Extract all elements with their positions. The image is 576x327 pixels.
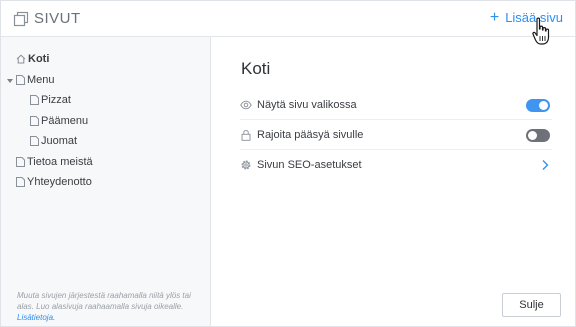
tree-item-paamenu[interactable]: Päämenu bbox=[1, 111, 211, 132]
tree-item-label: Tietoa meistä bbox=[27, 155, 93, 168]
tree-item-label: Koti bbox=[28, 53, 50, 66]
tree-item-label: Juomat bbox=[41, 135, 78, 148]
tree-item-label: Yhteydenotto bbox=[27, 176, 92, 189]
page-icon bbox=[30, 136, 39, 146]
tree-item-yhteydenotto[interactable]: Yhteydenotto bbox=[1, 172, 211, 193]
settings-list: Näytä sivu valikossa Rajoita pääsyä sivu… bbox=[240, 90, 552, 180]
caret-down-icon[interactable] bbox=[7, 78, 13, 83]
page-settings: Koti Näytä sivu valikossa Rajoita pääsyä… bbox=[212, 37, 575, 326]
page-tree-sidebar: Koti Menu Pizzat Päämenu Juomat Tietoa m… bbox=[1, 37, 211, 326]
close-button[interactable]: Sulje bbox=[502, 293, 561, 317]
tree-item-label: Päämenu bbox=[41, 114, 89, 127]
panel-title: SIVUT bbox=[34, 10, 81, 27]
page-tree: Koti Menu Pizzat Päämenu Juomat Tietoa m… bbox=[1, 49, 211, 193]
lock-icon bbox=[241, 130, 251, 141]
add-page-button[interactable]: + Lisää sivu bbox=[489, 8, 563, 26]
page-icon bbox=[30, 115, 39, 126]
setting-show-in-menu[interactable]: Näytä sivu valikossa bbox=[240, 90, 552, 120]
tree-item-label: Menu bbox=[27, 73, 55, 86]
eye-icon bbox=[240, 100, 252, 110]
plus-icon: + bbox=[489, 8, 500, 26]
page-icon bbox=[16, 74, 25, 85]
page-title: Koti bbox=[241, 59, 271, 78]
pages-icon bbox=[13, 11, 29, 27]
home-icon bbox=[16, 54, 26, 64]
tree-item-label: Pizzat bbox=[41, 94, 71, 107]
tree-item-menu[interactable]: Menu bbox=[1, 70, 211, 91]
setting-seo[interactable]: Sivun SEO-asetukset bbox=[240, 150, 552, 180]
reorder-hint: Muuta sivujen järjestestä raahamalla nii… bbox=[17, 290, 202, 323]
toggle-knob bbox=[528, 131, 537, 140]
page-icon bbox=[16, 177, 25, 187]
setting-restrict-access[interactable]: Rajoita pääsyä sivulle bbox=[240, 120, 552, 150]
tree-item-pizzat[interactable]: Pizzat bbox=[1, 90, 211, 111]
panel-header: SIVUT + Lisää sivu bbox=[1, 1, 575, 37]
setting-label: Rajoita pääsyä sivulle bbox=[257, 129, 364, 141]
tree-item-tietoa-meista[interactable]: Tietoa meistä bbox=[1, 152, 211, 173]
page-icon bbox=[16, 156, 25, 167]
tree-item-koti[interactable]: Koti bbox=[1, 49, 211, 70]
setting-label: Sivun SEO-asetukset bbox=[257, 159, 362, 171]
toggle-knob bbox=[539, 101, 548, 110]
pages-panel: SIVUT + Lisää sivu Koti Menu Pizzat Pääm… bbox=[0, 0, 576, 327]
learn-more-link[interactable]: Lisätietoja. bbox=[17, 313, 55, 322]
gear-icon bbox=[241, 160, 251, 170]
tree-item-juomat[interactable]: Juomat bbox=[1, 131, 211, 152]
chevron-right-icon[interactable] bbox=[541, 159, 549, 171]
show-in-menu-toggle[interactable] bbox=[526, 99, 550, 112]
setting-label: Näytä sivu valikossa bbox=[257, 99, 357, 111]
page-icon bbox=[30, 95, 39, 105]
restrict-access-toggle[interactable] bbox=[526, 129, 550, 142]
reorder-hint-text: Muuta sivujen järjestestä raahamalla nii… bbox=[17, 291, 191, 311]
